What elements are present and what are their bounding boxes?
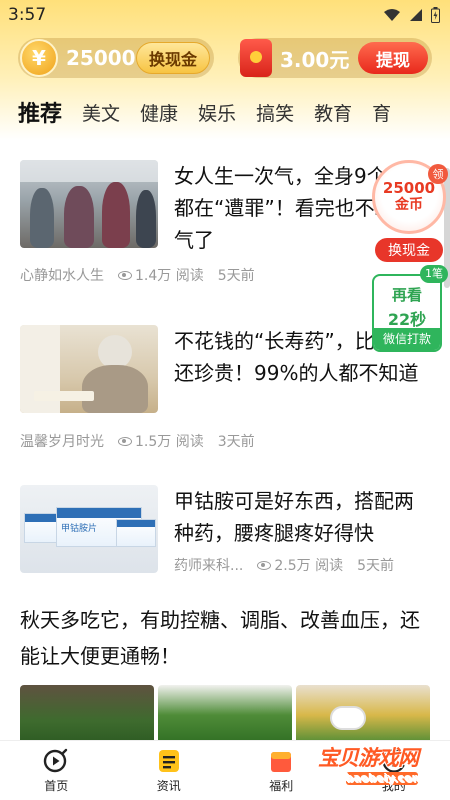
nav-home-label: 首页	[44, 778, 69, 793]
thumbnail-product-label: 甲钴胺片	[61, 524, 98, 534]
article-source: 药师来科...	[174, 558, 244, 574]
gift-icon	[268, 748, 294, 774]
tab-health[interactable]: 健康	[140, 99, 178, 126]
eye-icon	[118, 271, 132, 280]
eye-icon	[257, 561, 272, 570]
article-meta: 温馨岁月时光 1.5万 阅读 3天前	[20, 431, 255, 451]
site-watermark: 宝贝游戏网 baobeiy.com	[318, 742, 428, 785]
article-thumbnail: 甲钴胺片	[20, 485, 158, 573]
article-time: 5天前	[217, 268, 255, 284]
cash-balance: 3.00元	[280, 47, 350, 72]
article-views: 2.5万 阅读	[274, 558, 344, 574]
article-time: 3天前	[217, 434, 255, 450]
watch-more-label: 再看	[391, 286, 422, 304]
floating-coin-unit: 金币	[395, 197, 423, 213]
watch-more-card[interactable]: 再看 22秒 微信打款	[372, 274, 442, 352]
nav-home[interactable]: 首页	[0, 741, 113, 800]
tab-prose[interactable]: 美文	[82, 99, 120, 126]
gamepad-icon	[330, 706, 366, 730]
eye-icon	[118, 437, 132, 446]
category-tabs: 推荐 美文 健康 娱乐 搞笑 教育 育	[0, 90, 450, 134]
article-title[interactable]: 甲钴胺可是好东西，搭配两种药，腰疼腿疼好得快	[174, 485, 430, 549]
tab-funny[interactable]: 搞笑	[256, 99, 294, 126]
coin-balance-pill[interactable]: ¥ 25000 换现金	[18, 38, 214, 78]
article-item[interactable]: 不花钱的“长寿药”，比金子还珍贵！99%的人都不知道 温馨岁月时光 1.5万 阅…	[20, 325, 430, 455]
battery-icon	[431, 7, 440, 23]
tab-parenting[interactable]: 育	[372, 99, 391, 126]
article-thumbnail	[20, 325, 158, 413]
article-thumbnail	[20, 160, 158, 248]
article-source: 心静如水人生	[20, 268, 104, 284]
article-image-row[interactable]	[20, 685, 430, 740]
nav-news[interactable]: 资讯	[113, 741, 226, 800]
watermark-main: 宝贝游戏网	[318, 746, 419, 770]
watermark-url: baobeiy.com	[346, 772, 424, 785]
coin-balance: 25000	[66, 46, 136, 70]
article-views: 1.4万 阅读	[135, 268, 204, 284]
red-packet-icon	[240, 39, 272, 77]
nav-news-label: 资讯	[156, 778, 181, 793]
play-circle-icon	[43, 748, 69, 774]
article-item[interactable]: 女人生一次气，全身9个器官都在“遭罪”！看完也不敢生气了 心静如水人生 1.4万…	[20, 160, 430, 290]
article-image	[20, 685, 154, 740]
exchange-cash-button[interactable]: 换现金	[136, 42, 210, 74]
watch-countdown: 22秒	[387, 310, 427, 329]
claim-badge[interactable]: 领	[428, 164, 448, 184]
article-meta: 药师来科... 2.5万 阅读 5天前	[174, 555, 394, 575]
signal-icon	[410, 9, 422, 21]
status-bar: 3:57	[0, 0, 450, 30]
article-image	[158, 685, 292, 740]
article-meta: 心静如水人生 1.4万 阅读 5天前	[20, 265, 255, 285]
article-views: 1.5万 阅读	[135, 434, 204, 450]
coin-icon: ¥	[20, 39, 58, 77]
tab-entertainment[interactable]: 娱乐	[198, 99, 236, 126]
nav-welfare-label: 福利	[269, 778, 294, 793]
tab-education[interactable]: 教育	[314, 99, 352, 126]
wifi-icon	[384, 9, 400, 21]
article-item[interactable]: 甲钴胺片 甲钴胺可是好东西，搭配两种药，腰疼腿疼好得快 药师来科... 2.5万…	[20, 485, 430, 585]
floating-exchange-button[interactable]: 换现金	[375, 238, 443, 262]
cash-balance-pill[interactable]: 3.00元 提现	[238, 38, 432, 78]
status-time: 3:57	[8, 5, 47, 25]
news-icon	[156, 748, 182, 774]
tab-recommend[interactable]: 推荐	[18, 96, 62, 131]
article-source: 温馨岁月时光	[20, 434, 104, 450]
payout-count-badge: 1笔	[420, 265, 448, 283]
wechat-payout-label: 微信打款	[374, 328, 440, 350]
article-feed: 女人生一次气，全身9个器官都在“遭罪”！看完也不敢生气了 心静如水人生 1.4万…	[0, 140, 450, 740]
withdraw-button[interactable]: 提现	[358, 42, 428, 74]
article-title[interactable]: 秋天多吃它，有助控糖、调脂、改善血压，还能让大便更通畅！	[20, 602, 430, 674]
floating-coin-amount: 25000	[382, 179, 436, 197]
article-time: 5天前	[357, 558, 394, 574]
